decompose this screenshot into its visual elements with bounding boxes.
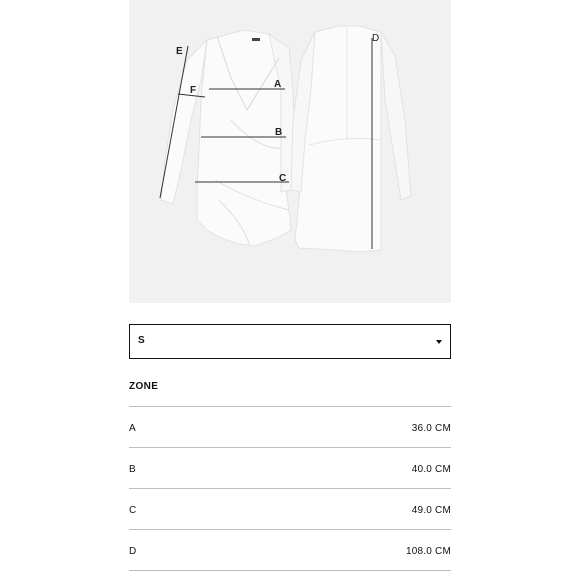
- measurement-illustration: A B C D E F: [159, 25, 412, 253]
- zone-value: 49.0 CM: [411, 505, 451, 516]
- measurements-table: A 36.0 CM B 40.0 CM C 49.0 CM D 108.0 CM: [129, 406, 451, 571]
- marker-d-label: D: [372, 33, 379, 44]
- measurements-table-title: ZONE: [129, 381, 159, 392]
- table-row: D 108.0 CM: [129, 530, 451, 571]
- size-select[interactable]: S: [129, 324, 451, 359]
- marker-b-label: B: [275, 127, 282, 138]
- dress-front-view: [160, 29, 296, 247]
- zone-label: B: [129, 464, 136, 475]
- table-row: A 36.0 CM: [129, 407, 451, 448]
- marker-f-label: F: [190, 85, 196, 96]
- marker-e-label: E: [176, 46, 183, 57]
- marker-c-label: C: [279, 173, 286, 184]
- zone-value: 36.0 CM: [411, 423, 451, 434]
- zone-label: A: [129, 423, 136, 434]
- size-select-value: S: [138, 335, 145, 346]
- zone-label: C: [129, 505, 137, 516]
- chevron-down-icon: [436, 340, 442, 344]
- dress-back-view: [290, 25, 412, 253]
- marker-a-label: A: [274, 79, 281, 90]
- garment-measurement-diagram: A B C D E F: [129, 0, 451, 303]
- size-guide-page: A B C D E F S ZONE A 36.0 CM B 40.0 CM C…: [0, 0, 580, 580]
- zone-label: D: [129, 546, 137, 557]
- table-row: C 49.0 CM: [129, 489, 451, 530]
- table-row: B 40.0 CM: [129, 448, 451, 489]
- zone-value: 40.0 CM: [411, 464, 451, 475]
- zone-value: 108.0 CM: [406, 546, 451, 557]
